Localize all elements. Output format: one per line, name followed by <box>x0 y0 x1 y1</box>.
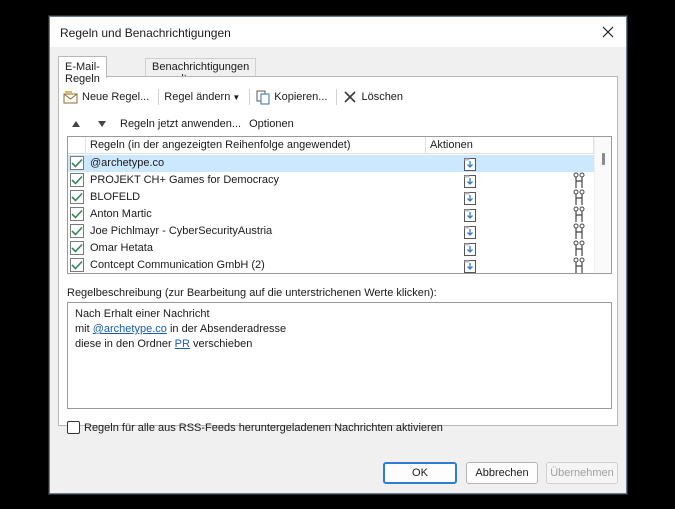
rule-name: BLOFELD <box>90 191 141 203</box>
delete-rule-label: Löschen <box>361 91 404 103</box>
rss-rules-checkbox[interactable]: Regeln für alle aus RSS-Feeds herunterge… <box>67 421 443 434</box>
rule-row[interactable]: Contcept Communication GmbH (2) <box>68 257 594 273</box>
rules-list[interactable]: Regeln (in der angezeigten Reihenfolge a… <box>67 136 612 274</box>
check-icon <box>71 260 83 270</box>
rule-name: @archetype.co <box>90 157 165 169</box>
rule-row[interactable]: @archetype.co <box>68 155 594 172</box>
description-line-1: Nach Erhalt einer Nachricht <box>75 308 210 320</box>
exception-icon <box>572 172 586 189</box>
new-rule-icon <box>63 89 79 105</box>
rule-enabled-checkbox[interactable] <box>70 258 84 272</box>
exception-icon <box>572 189 586 206</box>
description-line-2: mit @archetype.co in der Absenderadresse <box>75 322 604 337</box>
tab-email-rules[interactable]: E-Mail-Regeln <box>58 56 107 85</box>
checkbox-box[interactable] <box>67 421 80 434</box>
toolbar-divider <box>336 89 338 105</box>
options-button[interactable]: Optionen <box>249 118 294 130</box>
column-divider <box>85 137 86 153</box>
rss-rules-label: Regeln für alle aus RSS-Feeds herunterge… <box>84 421 443 434</box>
column-header-actions[interactable]: Aktionen <box>430 139 473 151</box>
rule-row[interactable]: PROJEKT CH+ Games for Democracy <box>68 172 594 189</box>
description-text: in der Absenderadresse <box>166 323 287 335</box>
vertical-scrollbar[interactable] <box>594 137 611 273</box>
check-icon <box>71 226 83 236</box>
rules-dialog: Regeln und Benachrichtigungen E-Mail-Reg… <box>49 16 627 494</box>
check-icon <box>71 192 83 202</box>
close-icon <box>602 26 614 38</box>
rule-name: Anton Martic <box>90 208 152 220</box>
tab-label: E-Mail-Regeln <box>65 61 100 85</box>
change-rule-button[interactable]: Regel ändern ▼ <box>161 87 243 107</box>
ok-button[interactable]: OK <box>383 462 457 484</box>
column-divider <box>425 137 426 153</box>
description-text: verschieben <box>189 338 253 350</box>
move-to-folder-icon <box>462 258 478 273</box>
check-icon <box>71 175 83 185</box>
rule-enabled-checkbox[interactable] <box>70 156 84 170</box>
tab-manage-notifications[interactable]: Benachrichtigungen verwalten <box>145 58 257 85</box>
scrollbar-thumb[interactable] <box>602 153 605 165</box>
copy-rule-label: Kopieren... <box>274 91 328 103</box>
rules-order-toolbar: Regeln jetzt anwenden... Optionen <box>68 116 302 132</box>
check-icon <box>71 209 83 219</box>
toolbar-divider <box>158 89 160 105</box>
rule-name: PROJEKT CH+ Games for Democracy <box>90 174 279 186</box>
rule-enabled-checkbox[interactable] <box>70 190 84 204</box>
cancel-button[interactable]: Abbrechen <box>466 462 538 484</box>
arrow-up-icon <box>72 121 80 127</box>
rule-name: Omar Hetata <box>90 242 153 254</box>
move-to-folder-icon <box>462 207 478 223</box>
move-up-button[interactable] <box>68 116 84 132</box>
rules-toolbar: Neue Regel... Regel ändern ▼ Kopieren... <box>60 87 410 107</box>
move-down-button[interactable] <box>94 116 110 132</box>
exception-icon <box>572 223 586 240</box>
column-header-rules[interactable]: Regeln (in der angezeigten Reihenfolge a… <box>90 139 351 151</box>
rule-description-box: Nach Erhalt einer Nachricht mit @archety… <box>67 302 612 409</box>
target-folder-link[interactable]: PR <box>175 338 190 350</box>
rule-enabled-checkbox[interactable] <box>70 241 84 255</box>
move-to-folder-icon <box>462 190 478 206</box>
move-to-folder-icon <box>462 173 478 189</box>
description-label: Regelbeschreibung (zur Bearbeitung auf d… <box>67 287 437 299</box>
move-to-folder-icon <box>462 156 478 172</box>
dialog-title: Regeln und Benachrichtigungen <box>60 26 231 40</box>
rule-name: Contcept Communication GmbH (2) <box>90 259 265 271</box>
rule-row[interactable]: Omar Hetata <box>68 240 594 257</box>
copy-icon <box>255 89 271 105</box>
run-rules-button[interactable]: Regeln jetzt anwenden... <box>120 118 241 130</box>
rules-list-header: Regeln (in der angezeigten Reihenfolge a… <box>68 137 611 154</box>
new-rule-button[interactable]: Neue Regel... <box>60 87 152 107</box>
arrow-down-icon <box>98 121 106 127</box>
move-to-folder-icon <box>462 241 478 257</box>
toolbar-divider <box>249 89 251 105</box>
description-line-3: diese in den Ordner PR verschieben <box>75 337 604 352</box>
new-rule-label: Neue Regel... <box>82 91 150 103</box>
check-icon <box>71 158 83 168</box>
delete-icon <box>342 89 358 105</box>
check-icon <box>71 243 83 253</box>
exception-icon <box>572 257 586 273</box>
rule-row[interactable]: Joe Pichlmayr - CyberSecurityAustria <box>68 223 594 240</box>
close-button[interactable] <box>594 21 622 43</box>
delete-rule-button[interactable]: Löschen <box>339 87 406 107</box>
copy-rule-button[interactable]: Kopieren... <box>252 87 330 107</box>
apply-button[interactable]: Übernehmen <box>546 462 618 484</box>
change-rule-label: Regel ändern <box>164 91 231 103</box>
sender-address-link[interactable]: @archetype.co <box>93 323 167 335</box>
chevron-down-icon: ▼ <box>232 92 241 102</box>
rule-enabled-checkbox[interactable] <box>70 224 84 238</box>
rule-row[interactable]: BLOFELD <box>68 189 594 206</box>
rule-enabled-checkbox[interactable] <box>70 173 84 187</box>
rule-name: Joe Pichlmayr - CyberSecurityAustria <box>90 225 273 237</box>
rule-enabled-checkbox[interactable] <box>70 207 84 221</box>
exception-icon <box>572 206 586 223</box>
description-text: mit <box>75 323 93 335</box>
title-bar: Regeln und Benachrichtigungen <box>50 17 626 47</box>
rule-row[interactable]: Anton Martic <box>68 206 594 223</box>
description-text: diese in den Ordner <box>75 338 175 350</box>
move-to-folder-icon <box>462 224 478 240</box>
exception-icon <box>572 240 586 257</box>
